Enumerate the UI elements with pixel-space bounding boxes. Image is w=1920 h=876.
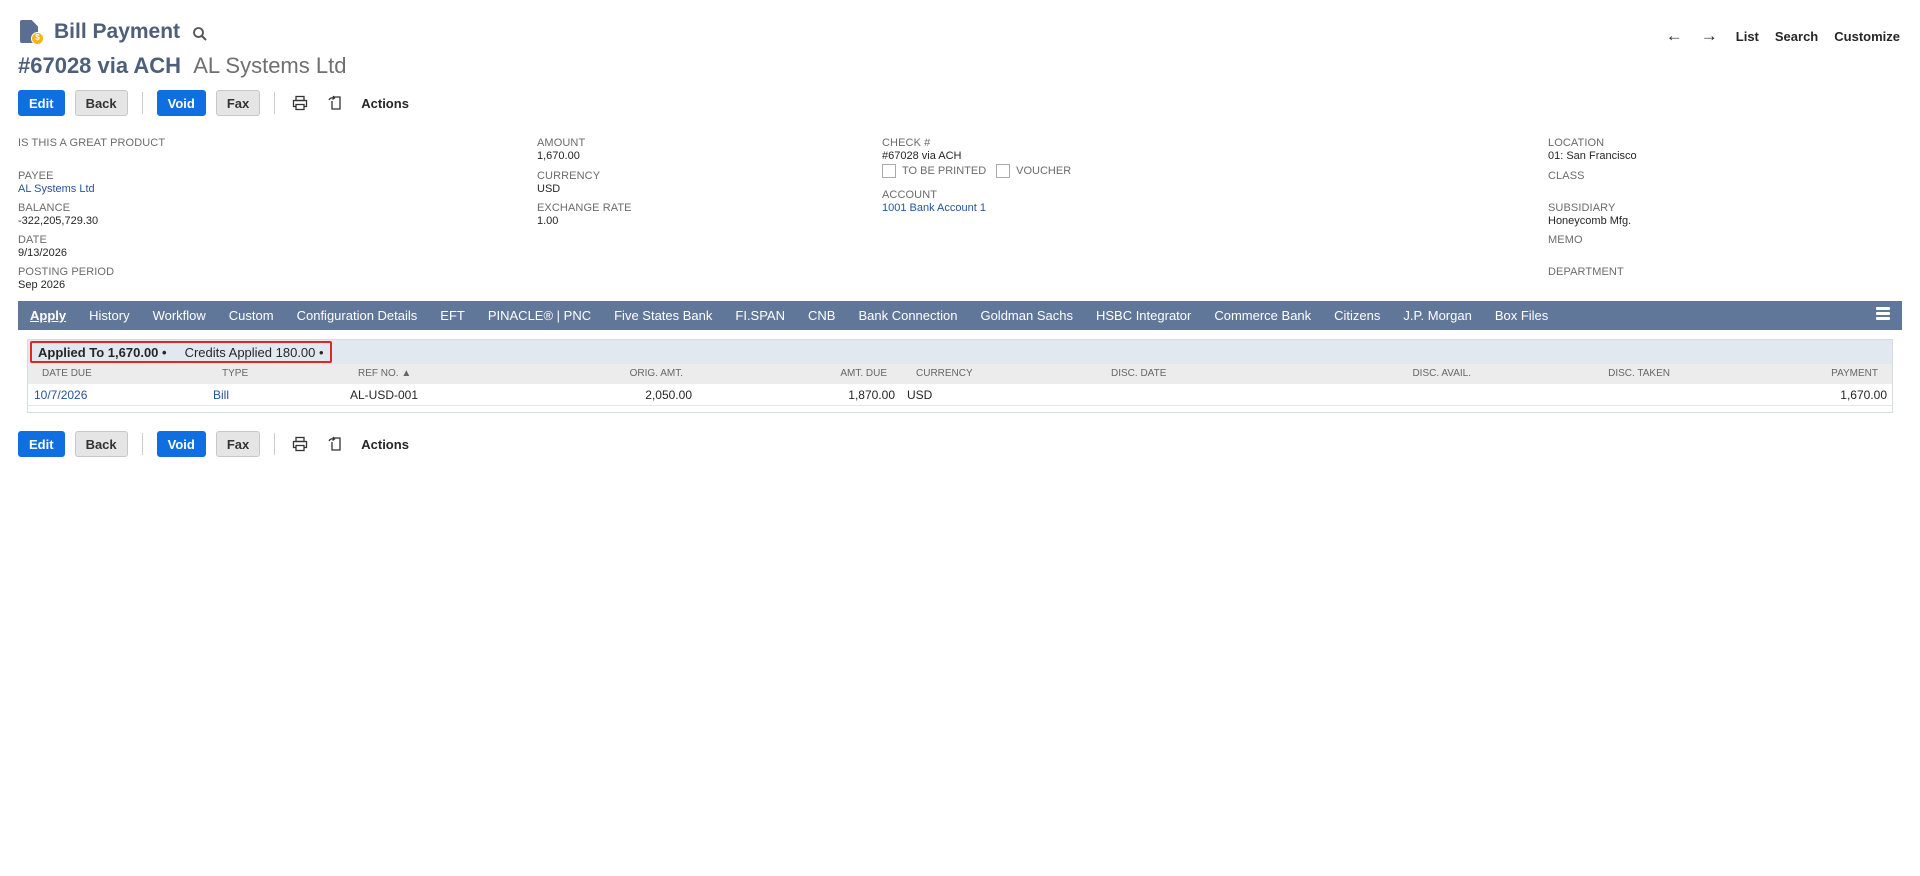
tab-menu-icon[interactable] [1876, 307, 1890, 323]
cell-currency: USD [907, 388, 933, 402]
customize-link[interactable]: Customize [1834, 29, 1900, 44]
fax-button[interactable]: Fax [215, 90, 261, 116]
tab-configuration-details[interactable]: Configuration Details [297, 308, 418, 323]
field-memo: MEMO [1548, 234, 1583, 246]
fax-button[interactable]: Fax [215, 431, 261, 457]
field-print-options: TO BE PRINTED VOUCHER [882, 164, 1071, 178]
table-row: 10/7/2026 Bill AL-USD-001 2,050.00 1,870… [28, 384, 1892, 406]
col-disc-taken[interactable]: DISC. TAKEN [1608, 368, 1670, 379]
actions-menu[interactable]: Actions [361, 437, 409, 452]
actions-menu[interactable]: Actions [361, 96, 409, 111]
back-button[interactable]: Back [74, 90, 128, 116]
voucher-checkbox[interactable] [996, 164, 1011, 178]
next-record-arrow-icon[interactable]: → [1701, 26, 1718, 46]
tab-box-files[interactable]: Box Files [1495, 308, 1548, 323]
tab-eft[interactable]: EFT [440, 308, 465, 323]
field-date: DATE 9/13/2026 [18, 234, 67, 259]
account-link[interactable]: 1001 Bank Account 1 [882, 202, 986, 215]
divider [141, 92, 143, 114]
to-be-printed-label: TO BE PRINTED [902, 165, 987, 177]
col-currency[interactable]: CURRENCY [916, 368, 973, 379]
edit-button[interactable]: Edit [18, 431, 65, 457]
field-balance: BALANCE -322,205,729.30 [18, 202, 99, 227]
list-link[interactable]: List [1736, 29, 1759, 44]
bill-payment-icon: $ [18, 18, 44, 46]
subtab-credits-applied[interactable]: Credits Applied 180.00 • [185, 345, 324, 360]
subtab-applied-to[interactable]: Applied To 1,670.00 • [38, 345, 167, 360]
table-header: DATE DUE TYPE REF NO. ▲ ORIG. AMT. AMT. … [28, 364, 1892, 384]
tab-pinacle-pnc[interactable]: PINACLE® | PNC [488, 308, 591, 323]
make-copy-icon[interactable] [325, 433, 347, 455]
subtab-highlight: Applied To 1,670.00 • Credits Applied 18… [30, 341, 332, 363]
field-exchange-rate: EXCHANGE RATE 1.00 [537, 202, 632, 227]
cell-amt-due: 1,870.00 [848, 388, 895, 402]
tab-five-states-bank[interactable]: Five States Bank [614, 308, 712, 323]
record-type-title: Bill Payment [54, 20, 181, 43]
field-subsidiary: SUBSIDIARY Honeycomb Mfg. [1548, 202, 1632, 227]
record-title: #67028 via ACH AL Systems Ltd [18, 53, 346, 79]
subtab-bar: Apply History Workflow Custom Configurat… [18, 301, 1902, 330]
divider [141, 433, 143, 455]
tab-jp-morgan[interactable]: J.P. Morgan [1403, 308, 1471, 323]
cell-ref-no: AL-USD-001 [350, 388, 419, 402]
field-account: ACCOUNT 1001 Bank Account 1 [882, 189, 986, 215]
apply-panel: Applied To 1,670.00 • Credits Applied 18… [27, 339, 1893, 413]
print-icon[interactable] [289, 92, 311, 114]
tab-workflow[interactable]: Workflow [153, 308, 206, 323]
field-location: LOCATION 01: San Francisco [1548, 137, 1637, 162]
tab-bank-connection[interactable]: Bank Connection [858, 308, 957, 323]
field-great-product: IS THIS A GREAT PRODUCT [18, 137, 166, 149]
cell-date-due[interactable]: 10/7/2026 [34, 388, 87, 402]
col-disc-date[interactable]: DISC. DATE [1111, 368, 1166, 379]
voucher-label: VOUCHER [1016, 165, 1072, 177]
divider [274, 433, 276, 455]
tab-custom[interactable]: Custom [229, 308, 274, 323]
payee-link[interactable]: AL Systems Ltd [18, 183, 95, 196]
field-department: DEPARTMENT [1548, 266, 1624, 278]
col-orig-amt[interactable]: ORIG. AMT. [630, 368, 683, 379]
tab-commerce-bank[interactable]: Commerce Bank [1214, 308, 1311, 323]
record-number: #67028 via ACH [18, 53, 182, 78]
previous-record-arrow-icon[interactable]: ← [1666, 26, 1683, 46]
col-date-due[interactable]: DATE DUE [42, 368, 92, 379]
col-type[interactable]: TYPE [222, 368, 248, 379]
cell-payment: 1,670.00 [1840, 388, 1887, 402]
col-payment[interactable]: PAYMENT [1831, 368, 1878, 379]
void-button[interactable]: Void [156, 431, 206, 457]
record-header: $ Bill Payment [18, 18, 208, 46]
top-button-bar: Edit Back Void Fax Actions [18, 90, 409, 116]
cell-type[interactable]: Bill [213, 388, 229, 402]
col-disc-avail[interactable]: DISC. AVAIL. [1412, 368, 1471, 379]
tab-fi-span[interactable]: FI.SPAN [735, 308, 785, 323]
tab-history[interactable]: History [89, 308, 129, 323]
entity-name: AL Systems Ltd [193, 53, 347, 78]
field-amount: AMOUNT 1,670.00 [537, 137, 586, 162]
print-icon[interactable] [289, 433, 311, 455]
record-nav: ← → List Search Customize [1666, 26, 1900, 46]
cell-orig-amt: 2,050.00 [645, 388, 692, 402]
edit-button[interactable]: Edit [18, 90, 65, 116]
tab-goldman-sachs[interactable]: Goldman Sachs [980, 308, 1073, 323]
apply-subtabs: Applied To 1,670.00 • Credits Applied 18… [28, 340, 1892, 364]
back-button[interactable]: Back [74, 431, 128, 457]
bottom-button-bar: Edit Back Void Fax Actions [18, 431, 409, 457]
field-posting-period: POSTING PERIOD Sep 2026 [18, 266, 115, 291]
col-amt-due[interactable]: AMT. DUE [840, 368, 887, 379]
field-payee: PAYEE AL Systems Ltd [18, 170, 95, 196]
make-copy-icon[interactable] [325, 92, 347, 114]
field-currency: CURRENCY USD [537, 170, 601, 195]
tab-hsbc-integrator[interactable]: HSBC Integrator [1096, 308, 1191, 323]
void-button[interactable]: Void [156, 90, 206, 116]
search-link[interactable]: Search [1775, 29, 1818, 44]
field-class: CLASS [1548, 170, 1585, 182]
to-be-printed-checkbox[interactable] [882, 164, 896, 178]
field-check-number: CHECK # #67028 via ACH [882, 137, 962, 162]
search-icon[interactable] [192, 26, 208, 42]
tab-citizens[interactable]: Citizens [1334, 308, 1380, 323]
tab-apply[interactable]: Apply [30, 308, 66, 323]
divider [274, 92, 276, 114]
tab-cnb[interactable]: CNB [808, 308, 835, 323]
col-ref-no[interactable]: REF NO. ▲ [358, 368, 411, 379]
